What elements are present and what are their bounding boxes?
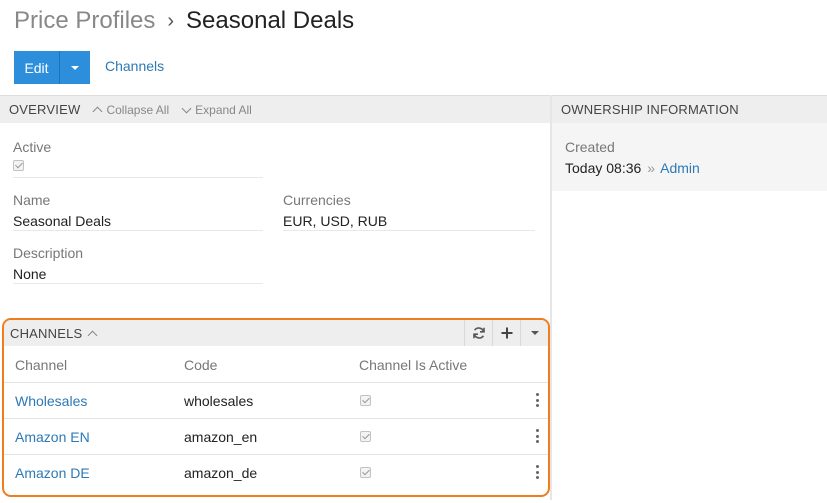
channel-active-checkbox — [360, 467, 371, 478]
caret-down-icon — [530, 331, 539, 335]
channel-active-checkbox — [360, 395, 371, 406]
channel-code: wholesales — [184, 393, 254, 409]
created-time: Today 08:36 — [565, 160, 642, 176]
ownership-header: OWNERSHIP INFORMATION — [552, 95, 827, 123]
ownership-title: OWNERSHIP INFORMATION — [561, 102, 739, 117]
grid-options-dropdown[interactable] — [520, 320, 548, 346]
collapse-all-button[interactable]: Collapse All — [92, 102, 170, 117]
active-label: Active — [13, 139, 52, 155]
expand-all-button[interactable]: Expand All — [181, 102, 252, 117]
refresh-button[interactable] — [464, 320, 492, 346]
row-actions-icon[interactable] — [536, 393, 539, 407]
edit-button-group: Edit — [14, 51, 90, 84]
chevron-up-icon[interactable] — [87, 330, 98, 340]
name-value: Seasonal Deals — [13, 213, 112, 229]
row-actions-icon[interactable] — [536, 465, 539, 479]
description-value: None — [13, 266, 47, 282]
breadcrumb-separator: › — [167, 9, 175, 32]
channel-link[interactable]: Wholesales — [15, 393, 87, 409]
breadcrumb-parent-link[interactable]: Price Profiles — [14, 7, 155, 35]
collapse-all-label: Collapse All — [106, 102, 170, 117]
expand-all-label: Expand All — [195, 102, 252, 117]
channels-grid: CHANNELS Channel Code Channel Is Active … — [2, 318, 550, 497]
channel-code: amazon_de — [184, 465, 258, 481]
channels-title: CHANNELS — [10, 325, 83, 341]
table-row[interactable]: Amazon EN amazon_en — [4, 418, 548, 454]
channel-link[interactable]: Amazon DE — [15, 465, 90, 481]
channel-code: amazon_en — [184, 429, 258, 445]
created-label: Created — [565, 139, 615, 155]
name-label: Name — [13, 192, 51, 208]
field-divider — [283, 230, 535, 231]
currencies-value: EUR, USD, RUB — [283, 213, 388, 229]
grid-toolbar — [464, 320, 548, 346]
channels-link[interactable]: Channels — [105, 58, 164, 74]
column-header-code[interactable]: Code — [184, 357, 217, 373]
edit-dropdown-toggle[interactable] — [60, 51, 90, 84]
table-row[interactable]: Wholesales wholesales — [4, 382, 548, 418]
active-checkbox — [13, 160, 24, 171]
overview-panel — [0, 94, 550, 318]
edit-button[interactable]: Edit — [14, 51, 60, 84]
table-row[interactable]: Amazon DE amazon_de — [4, 454, 548, 490]
breadcrumb: Price Profiles › Seasonal Deals — [14, 6, 354, 36]
page-title: Seasonal Deals — [186, 7, 355, 34]
add-button[interactable] — [492, 320, 520, 346]
chevron-up-icon — [92, 106, 103, 117]
ownership-panel — [552, 123, 827, 191]
description-label: Description — [13, 245, 84, 261]
currencies-label: Currencies — [283, 192, 351, 208]
plus-icon — [501, 327, 512, 339]
refresh-icon — [472, 327, 485, 339]
row-actions-icon[interactable] — [536, 429, 539, 443]
created-separator: » — [647, 160, 655, 176]
caret-down-icon — [71, 65, 79, 70]
overview-header: OVERVIEW Collapse All Expand All — [0, 95, 550, 123]
field-divider — [13, 230, 263, 231]
overview-title: OVERVIEW — [9, 102, 81, 117]
field-divider — [13, 177, 263, 178]
column-header-channel[interactable]: Channel — [15, 357, 67, 373]
field-divider — [13, 283, 263, 284]
channels-header: CHANNELS — [4, 320, 548, 346]
column-header-active[interactable]: Channel Is Active — [359, 357, 467, 373]
created-user-link[interactable]: Admin — [660, 160, 700, 176]
channel-link[interactable]: Amazon EN — [15, 429, 90, 445]
channel-active-checkbox — [360, 431, 371, 442]
chevron-down-icon — [181, 103, 192, 113]
created-value: Today 08:36 » Admin — [565, 160, 700, 176]
